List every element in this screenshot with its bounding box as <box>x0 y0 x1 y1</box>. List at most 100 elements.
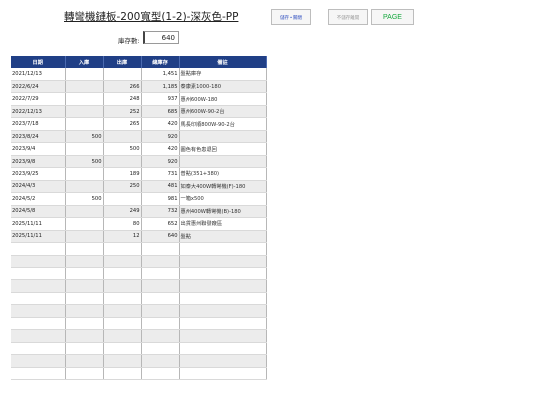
cell-out[interactable]: 250 <box>103 180 142 194</box>
cell-note[interactable]: 泰康素1000-180 <box>179 80 267 94</box>
table-row[interactable]: 2024/5/8 249 732 惠州400W轉彎機(B)-180 <box>11 205 267 219</box>
cell-note[interactable]: 普點(351+380) <box>179 167 267 181</box>
cell-total[interactable] <box>141 367 180 381</box>
cell-date[interactable]: 2023/9/4 <box>11 142 66 156</box>
cell-in[interactable] <box>65 267 104 281</box>
cell-date[interactable] <box>11 354 66 368</box>
exit-without-save-button[interactable]: 不儲存離開 <box>328 9 368 25</box>
cell-total[interactable]: 640 <box>141 230 180 244</box>
cell-total[interactable]: 981 <box>141 192 180 206</box>
cell-in[interactable] <box>65 68 104 81</box>
cell-note[interactable]: 一箱x500 <box>179 192 267 206</box>
cell-total[interactable] <box>141 317 180 331</box>
cell-out[interactable]: 248 <box>103 92 142 106</box>
cell-date[interactable]: 2024/5/2 <box>11 192 66 206</box>
table-row[interactable] <box>11 292 267 306</box>
cell-total[interactable] <box>141 292 180 306</box>
cell-in[interactable] <box>65 180 104 194</box>
cell-in[interactable]: 500 <box>65 155 104 169</box>
cell-date[interactable]: 2025/11/11 <box>11 230 66 244</box>
cell-note[interactable]: 馬長印順800W-90-2台 <box>179 117 267 131</box>
cell-total[interactable]: 937 <box>141 92 180 106</box>
cell-in[interactable] <box>65 217 104 231</box>
cell-note[interactable] <box>179 342 267 356</box>
table-row[interactable] <box>11 367 267 381</box>
cell-date[interactable]: 2023/7/18 <box>11 117 66 131</box>
table-row[interactable]: 2022/12/13 252 685 惠州600W-90-2台 <box>11 105 267 119</box>
cell-date[interactable] <box>11 292 66 306</box>
cell-total[interactable] <box>141 242 180 256</box>
cell-in[interactable] <box>65 354 104 368</box>
cell-out[interactable] <box>103 155 142 169</box>
cell-note[interactable] <box>179 279 267 293</box>
cell-in[interactable] <box>65 279 104 293</box>
cell-note[interactable]: 惠州400W轉彎機(B)-180 <box>179 205 267 219</box>
table-row[interactable] <box>11 354 267 368</box>
cell-total[interactable] <box>141 354 180 368</box>
cell-in[interactable] <box>65 317 104 331</box>
cell-in[interactable] <box>65 255 104 269</box>
cell-date[interactable] <box>11 242 66 256</box>
cell-out[interactable]: 252 <box>103 105 142 119</box>
cell-out[interactable] <box>103 354 142 368</box>
cell-in[interactable] <box>65 292 104 306</box>
cell-date[interactable]: 2021/12/13 <box>11 68 66 81</box>
cell-out[interactable]: 500 <box>103 142 142 156</box>
table-row[interactable] <box>11 329 267 343</box>
cell-total[interactable] <box>141 304 180 318</box>
cell-note[interactable] <box>179 367 267 381</box>
table-row[interactable]: 2023/9/4 500 420 圖色有色患退回 <box>11 142 267 156</box>
cell-total[interactable]: 652 <box>141 217 180 231</box>
cell-out[interactable] <box>103 304 142 318</box>
cell-date[interactable] <box>11 267 66 281</box>
table-row[interactable]: 2023/7/18 265 420 馬長印順800W-90-2台 <box>11 117 267 131</box>
cell-in[interactable] <box>65 142 104 156</box>
save-close-button[interactable]: 儲存 • 關閉 <box>271 9 311 25</box>
cell-note[interactable]: 盤點庫存 <box>179 68 267 81</box>
cell-out[interactable] <box>103 130 142 144</box>
cell-out[interactable]: 249 <box>103 205 142 219</box>
table-row[interactable]: 2023/9/8 500 920 <box>11 155 267 169</box>
cell-total[interactable]: 731 <box>141 167 180 181</box>
cell-total[interactable]: 1,451 <box>141 68 180 81</box>
cell-date[interactable]: 2024/4/3 <box>11 180 66 194</box>
cell-out[interactable] <box>103 342 142 356</box>
cell-date[interactable]: 2023/9/25 <box>11 167 66 181</box>
cell-in[interactable] <box>65 329 104 343</box>
cell-note[interactable] <box>179 242 267 256</box>
cell-date[interactable]: 2022/7/29 <box>11 92 66 106</box>
cell-date[interactable]: 2024/5/8 <box>11 205 66 219</box>
cell-date[interactable] <box>11 342 66 356</box>
stock-value-field[interactable]: 640 <box>143 31 179 44</box>
cell-note[interactable]: 如泰大400W轉彎機(F)-180 <box>179 180 267 194</box>
cell-out[interactable]: 265 <box>103 117 142 131</box>
cell-in[interactable] <box>65 205 104 219</box>
cell-in[interactable]: 500 <box>65 192 104 206</box>
table-row[interactable]: 2023/8/24 500 920 <box>11 130 267 144</box>
cell-total[interactable] <box>141 255 180 269</box>
cell-total[interactable] <box>141 329 180 343</box>
cell-out[interactable] <box>103 279 142 293</box>
cell-date[interactable]: 2023/9/8 <box>11 155 66 169</box>
page-button[interactable]: PAGE <box>371 9 414 25</box>
cell-in[interactable] <box>65 92 104 106</box>
cell-total[interactable]: 420 <box>141 142 180 156</box>
table-row[interactable] <box>11 267 267 281</box>
cell-out[interactable] <box>103 267 142 281</box>
table-row[interactable]: 2024/5/2 500 981 一箱x500 <box>11 192 267 206</box>
cell-out[interactable] <box>103 317 142 331</box>
cell-date[interactable]: 2022/12/13 <box>11 105 66 119</box>
cell-note[interactable] <box>179 317 267 331</box>
table-row[interactable] <box>11 342 267 356</box>
cell-total[interactable]: 1,185 <box>141 80 180 94</box>
table-row[interactable] <box>11 304 267 318</box>
cell-note[interactable]: 圖色有色患退回 <box>179 142 267 156</box>
cell-date[interactable] <box>11 279 66 293</box>
cell-in[interactable] <box>65 242 104 256</box>
cell-total[interactable]: 685 <box>141 105 180 119</box>
cell-out[interactable] <box>103 68 142 81</box>
cell-in[interactable] <box>65 230 104 244</box>
cell-note[interactable] <box>179 354 267 368</box>
cell-date[interactable]: 2022/6/24 <box>11 80 66 94</box>
cell-note[interactable] <box>179 255 267 269</box>
